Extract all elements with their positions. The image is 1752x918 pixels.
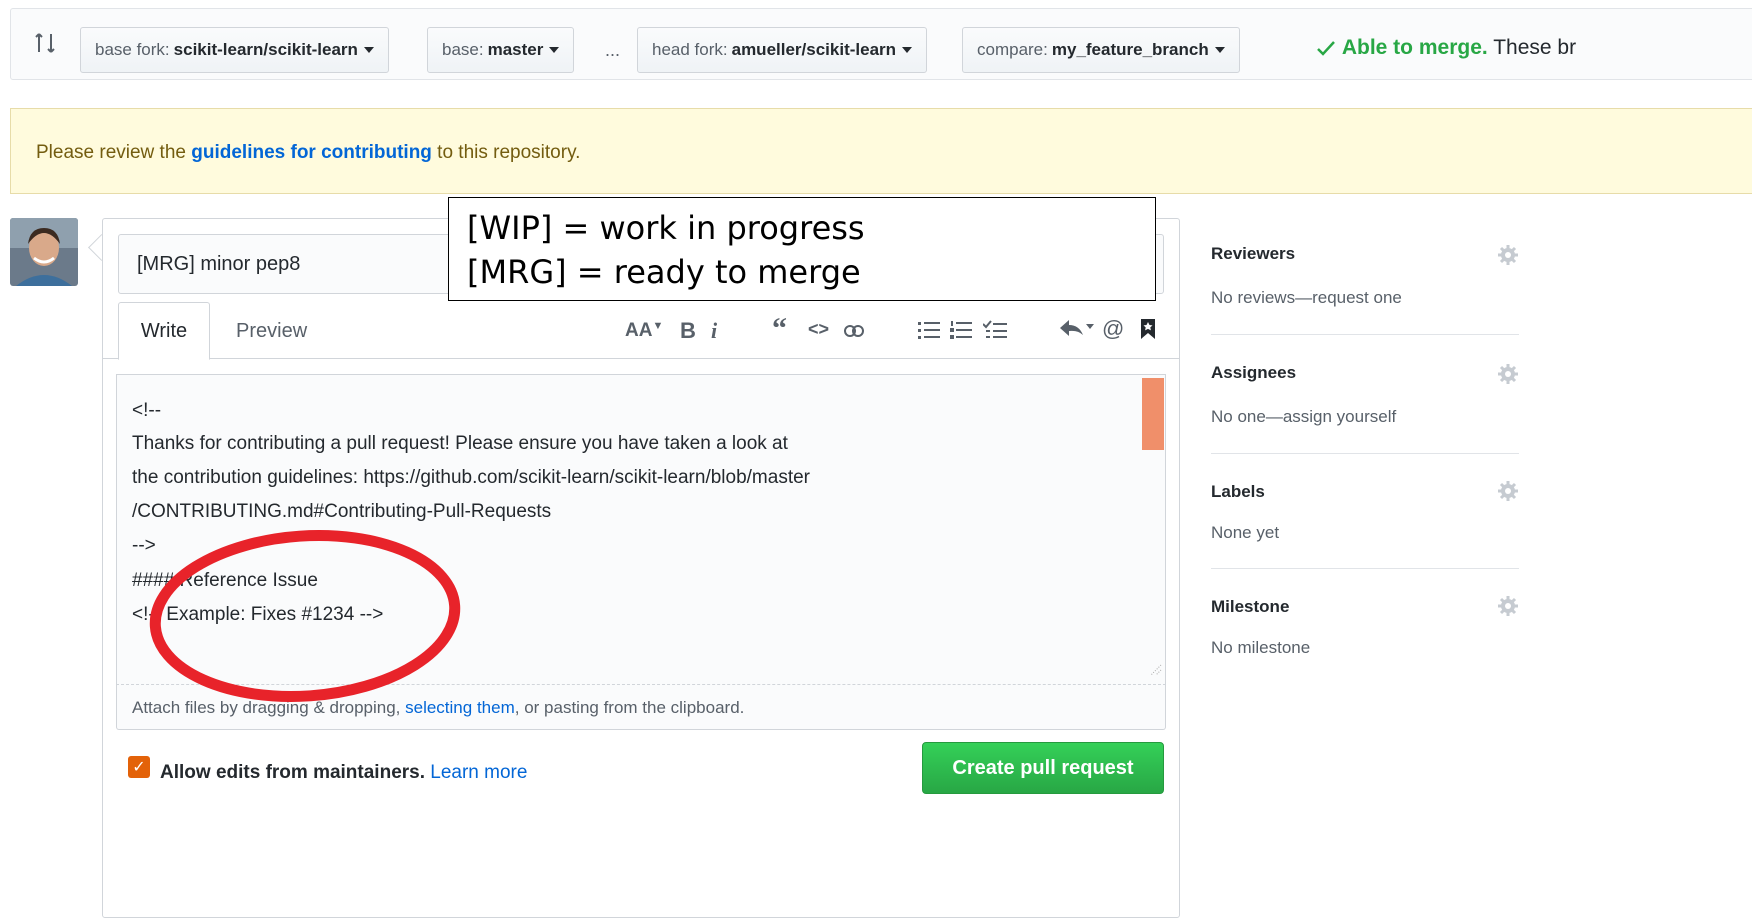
task-list-icon[interactable] — [983, 320, 1007, 340]
merge-status-text: These br — [1493, 36, 1577, 59]
head-fork-select[interactable]: head fork: amueller/scikit-learn — [637, 27, 928, 73]
reviewers-title[interactable]: Reviewers — [1211, 244, 1295, 264]
check-icon: ✓ — [132, 759, 146, 776]
chevron-down-icon: ▼ — [652, 320, 664, 332]
italic-tool[interactable]: i — [711, 318, 717, 344]
base-fork-select[interactable]: base fork: scikit-learn/scikit-learn — [80, 27, 389, 73]
sidebar-divider — [1211, 453, 1519, 454]
avatar — [10, 218, 78, 286]
body-line: /CONTRIBUTING.md#Contributing-Pull-Reque… — [132, 501, 552, 522]
scrollbar-thumb[interactable] — [1142, 378, 1164, 450]
reply-icon[interactable] — [1058, 318, 1094, 340]
body-line: Thanks for contributing a pull request! … — [132, 433, 788, 454]
base-fork-value: scikit-learn/scikit-learn — [173, 40, 358, 59]
compare-branch-value: my_feature_branch — [1051, 40, 1209, 59]
base-branch-value: master — [487, 40, 544, 59]
link-icon[interactable] — [843, 323, 865, 339]
chevron-down-icon — [549, 47, 560, 53]
flash-text: Please review the guidelines for contrib… — [36, 142, 581, 163]
assignees-text: No one—assign yourself — [1211, 407, 1397, 426]
learn-more-link[interactable]: Learn more — [430, 762, 527, 783]
mention-icon[interactable]: @ — [1102, 316, 1124, 342]
merge-status-ok: Able to merge. — [1341, 36, 1488, 59]
body-line: <!-- — [132, 400, 162, 421]
labels-text: None yet — [1211, 523, 1280, 542]
code-tool[interactable]: <> — [808, 319, 829, 340]
ellipsis: ... — [605, 40, 621, 60]
tab-preview[interactable]: Preview — [236, 320, 307, 343]
tab-write[interactable]: Write — [118, 302, 210, 360]
sidebar-divider — [1211, 568, 1519, 569]
head-fork-value: amueller/scikit-learn — [731, 40, 897, 59]
bookmark-icon[interactable] — [1140, 318, 1156, 340]
annotation-line: [WIP] = work in progress — [467, 209, 865, 247]
chevron-down-icon — [1214, 47, 1225, 53]
annotation-box: [WIP] = work in progress [MRG] = ready t… — [448, 197, 1156, 301]
allow-edits-checkbox[interactable]: ✓ — [128, 756, 150, 778]
chevron-down-icon — [363, 47, 374, 53]
base-branch-select[interactable]: base: master — [427, 27, 575, 73]
gear-icon[interactable] — [1497, 363, 1519, 385]
bold-tool[interactable]: B — [680, 318, 696, 344]
assignees-title[interactable]: Assignees — [1211, 363, 1296, 383]
annotation-circle — [149, 530, 461, 702]
gear-icon[interactable] — [1497, 595, 1519, 617]
compare-branch-select[interactable]: compare: my_feature_branch — [962, 27, 1240, 73]
guidelines-link[interactable]: guidelines for contributing — [191, 142, 432, 163]
compare-branches-icon — [35, 33, 55, 53]
gear-icon[interactable] — [1497, 244, 1519, 266]
tabs-divider — [103, 358, 1179, 359]
annotation-line: [MRG] = ready to merge — [467, 253, 861, 291]
check-icon — [1317, 41, 1335, 57]
reviewers-text: No reviews—request one — [1211, 288, 1402, 307]
labels-title[interactable]: Labels — [1211, 482, 1265, 502]
quote-tool[interactable]: “ — [772, 312, 787, 346]
milestone-text: No milestone — [1211, 638, 1311, 657]
ordered-list-icon[interactable] — [950, 320, 972, 340]
milestone-title[interactable]: Milestone — [1211, 597, 1289, 617]
unordered-list-icon[interactable] — [918, 320, 940, 340]
resize-handle-icon[interactable] — [1148, 662, 1162, 676]
header-tool[interactable]: AA▼ — [625, 320, 663, 342]
chevron-down-icon — [902, 47, 913, 53]
create-pull-request-button[interactable]: Create pull request — [922, 742, 1164, 794]
gear-icon[interactable] — [1497, 480, 1519, 502]
body-line: the contribution guidelines: https://git… — [132, 467, 810, 488]
allow-edits-label: Allow edits from maintainers. Learn more — [160, 762, 528, 783]
sidebar-divider — [1211, 334, 1519, 335]
merge-status: Able to merge. These br — [1316, 36, 1576, 60]
